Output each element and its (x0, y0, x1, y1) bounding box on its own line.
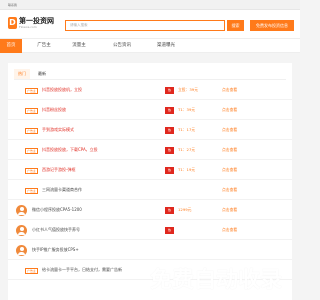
list-item[interactable]: 微信小程序投放CPA5-1200 热 1299元 点击查看 (8, 202, 292, 220)
advertiser-badge: 广告主 (25, 88, 38, 94)
item-title[interactable]: 抖音投放投放机，立投 (42, 87, 82, 93)
hot-tag: 热 (165, 127, 174, 134)
item-title[interactable]: 手到游戏实际模式 (42, 127, 74, 133)
top-bar: 联系我 (0, 0, 300, 10)
nav-item-advertisers[interactable]: 广告主 (28, 39, 60, 53)
hot-tag: 热 (165, 147, 174, 154)
list-item[interactable]: 快手IP推广服务投放CPS+ (8, 242, 292, 260)
list-item[interactable]: 广告主 抖音投放投放机，立投 热 立投：39元 点击查看 (8, 82, 292, 100)
item-title[interactable]: 西游记手游投-弹框 (42, 167, 75, 173)
search-button[interactable]: 搜索 (227, 20, 244, 31)
item-title[interactable]: 给卡流量卡一手平台，日结支付，需要广告新 (42, 267, 122, 273)
advertiser-badge: 广告主 (25, 148, 38, 154)
user-avatar (16, 205, 27, 216)
search-input[interactable]: 请输入搜索 (65, 20, 225, 31)
main-nav: 首页 广告主 流量主 公告资讯 渠道曝光 (0, 38, 300, 53)
hot-tag: 热 (165, 227, 174, 234)
item-title[interactable]: 微信小程序投放CPA5-1200 (32, 207, 82, 213)
list-item[interactable]: 广告主 手到游戏实际模式 热 T1：17元 点击查看 (8, 122, 292, 140)
item-price: 1299元 (178, 207, 192, 212)
logo-subtitle: Flowce.com (19, 25, 37, 29)
nav-item-exposure[interactable]: 渠道曝光 (146, 39, 186, 53)
advertiser-badge: 广告主 (25, 188, 38, 194)
hot-tag: 热 (165, 107, 174, 114)
view-link[interactable]: 点击查看 (222, 167, 237, 173)
item-title[interactable]: 三网流量卡渠道商合作 (42, 187, 82, 193)
nav-item-news[interactable]: 公告资讯 (102, 39, 142, 53)
view-link[interactable]: 点击查看 (222, 87, 237, 93)
publish-button[interactable]: 免费发布投资信息 (250, 20, 294, 31)
item-price: T1：27元 (178, 147, 196, 152)
list-item[interactable]: 小红书人气值投放快手养号 热 点击查看 (8, 222, 292, 240)
item-price: T1：17元 (178, 127, 196, 132)
tab-hot[interactable]: 热门 (14, 69, 30, 79)
view-link[interactable]: 点击查看 (222, 227, 237, 233)
view-link[interactable]: 点击查看 (222, 147, 237, 153)
advertiser-badge: 广告主 (25, 168, 38, 174)
item-price: T1：39元 (178, 107, 196, 112)
hot-tag: 热 (165, 87, 174, 94)
advertiser-badge: 广告主 (25, 268, 38, 274)
header: D 第一投资网 Flowce.com 请输入搜索 搜索 免费发布投资信息 (0, 10, 300, 38)
tab-latest[interactable]: 最新 (34, 69, 50, 79)
item-title[interactable]: 抖音投放投放，下载CPA，立投 (42, 147, 98, 153)
list-item[interactable]: 广告主 抖音粉丝投放 热 T1：39元 点击查看 (8, 102, 292, 120)
site-logo[interactable]: D 第一投资网 Flowce.com (8, 17, 60, 31)
hot-tag: 热 (165, 207, 174, 214)
nav-item-publishers[interactable]: 流量主 (63, 39, 95, 53)
list-item[interactable]: 广告主 西游记手游投-弹框 热 T1：19元 点击查看 (8, 162, 292, 180)
advertiser-badge: 广告主 (25, 128, 38, 134)
user-avatar (16, 225, 27, 236)
nav-item-home[interactable]: 首页 (0, 39, 22, 53)
view-link[interactable]: 点击查看 (222, 127, 237, 133)
view-link[interactable]: 点击查看 (222, 187, 237, 193)
user-avatar (16, 245, 27, 256)
divider (14, 79, 286, 80)
view-link[interactable]: 点击查看 (222, 107, 237, 113)
list-item[interactable]: 广告主 三网流量卡渠道商合作 点击查看 (8, 182, 292, 200)
logo-mark: D (8, 17, 17, 29)
item-title[interactable]: 小红书人气值投放快手养号 (32, 227, 80, 233)
list-item[interactable]: 广告主 抖音投放投放，下载CPA，立投 热 T1：27元 点击查看 (8, 142, 292, 160)
hot-tag: 热 (165, 167, 174, 174)
item-price: 立投：39元 (178, 87, 199, 92)
advertiser-badge: 广告主 (25, 108, 38, 114)
view-link[interactable]: 点击查看 (222, 207, 237, 213)
item-title[interactable]: 快手IP推广服务投放CPS+ (32, 247, 79, 253)
watermark: 免费自动收录 (150, 268, 283, 293)
item-price: T1：19元 (178, 167, 196, 172)
top-bar-text: 联系我 (8, 3, 18, 7)
item-title[interactable]: 抖音粉丝投放 (42, 107, 66, 113)
